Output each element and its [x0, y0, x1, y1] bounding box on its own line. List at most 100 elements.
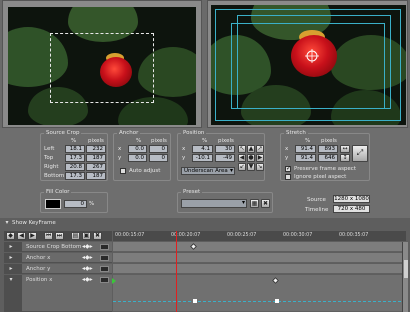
last-keyframe-button[interactable]: ⏭ [55, 232, 64, 240]
scrollbar-thumb[interactable] [404, 260, 408, 278]
position-x-pct-field[interactable]: 4.1 [192, 145, 213, 153]
keyframe-nav-icon[interactable]: ◂◆▸ [82, 243, 93, 251]
show-keyframe-label[interactable]: Show KeyFrame [12, 219, 56, 227]
arrow-left-icon: ◀ [239, 154, 245, 161]
preset-delete-button[interactable]: ✖ [261, 199, 270, 208]
keyframe-timeline: ▾ Show KeyFrame ◆ ◀ ▶ ⏮ ⏭ ▤ ▣ ✖ 00:00:15… [0, 218, 410, 312]
preset-save-button[interactable]: ▦ [250, 199, 259, 208]
keyframe-nav-icon[interactable]: ◂◆▸ [82, 254, 93, 262]
nudge-center-button[interactable]: ● [247, 154, 255, 162]
add-keyframe-button[interactable]: ◆ [6, 232, 15, 240]
track-row-anchor-y[interactable]: ▸ Anchor y ◂◆▸ [0, 264, 406, 274]
stretch-horizontal-button[interactable]: ↔ [340, 145, 350, 153]
preset-select[interactable] [181, 199, 247, 208]
track-lane[interactable] [113, 264, 406, 274]
stretch-x-px-field[interactable]: 893 [318, 145, 338, 153]
first-keyframe-button[interactable]: ⏮ [44, 232, 53, 240]
copy-keyframe-button[interactable]: ▤ [71, 232, 80, 240]
track-row-anchor-x[interactable]: ▸ Anchor x ◂◆▸ [0, 253, 406, 263]
track-lane[interactable] [113, 242, 406, 252]
track-toggle[interactable] [100, 244, 109, 250]
preserve-frame-aspect-checkbox[interactable] [285, 165, 291, 172]
nudge-down-right-button[interactable]: ↘ [256, 163, 264, 171]
next-keyframe-button[interactable]: ▶ [28, 232, 37, 240]
crop-right-pct-field[interactable]: 20.8 [65, 163, 85, 171]
anchor-crosshair-icon[interactable] [305, 49, 319, 63]
position-title: Position [181, 129, 207, 137]
track-lane-expanded[interactable] [113, 275, 406, 312]
nudge-right-button[interactable]: ▶ [256, 154, 264, 162]
prev-keyframe-button[interactable]: ◀ [17, 232, 26, 240]
position-y-pct-field[interactable]: -10.1 [192, 154, 213, 162]
crop-left-px-field[interactable]: 232 [86, 145, 106, 153]
position-y-px-field[interactable]: -49 [215, 154, 235, 162]
nudge-up-left-button[interactable]: ↖ [238, 145, 246, 153]
anchor-x-label: x [118, 146, 122, 152]
track-row-source-crop-bottom[interactable]: ▸ Source Crop Bottom ◂◆▸ [0, 242, 406, 252]
nudge-up-right-button[interactable]: ↗ [256, 145, 264, 153]
expand-arrow-icon[interactable]: ▸ [8, 243, 14, 251]
stretch-fit-button[interactable]: ⤢ [352, 145, 368, 162]
auto-adjust-checkbox[interactable] [120, 168, 126, 174]
collapse-triangle-icon[interactable]: ▾ [4, 219, 10, 227]
expand-arrow-icon[interactable]: ▸ [8, 265, 14, 273]
anchor-y-pct-field[interactable]: 0.0 [128, 154, 147, 162]
nudge-down-left-button[interactable]: ↙ [238, 163, 246, 171]
output-preview[interactable] [211, 5, 406, 125]
fill-color-opacity-field[interactable]: 0 [64, 200, 87, 208]
crop-top-px-field[interactable]: 187 [86, 154, 106, 162]
keyframe-marker[interactable] [189, 242, 198, 251]
start-keyframe-marker[interactable] [112, 278, 116, 284]
source-crop-title: Source Crop [44, 129, 82, 137]
track-toggle[interactable] [100, 266, 109, 272]
track-toggle[interactable] [100, 255, 109, 261]
keyframe-marker[interactable] [271, 276, 280, 285]
curve-point[interactable] [275, 299, 279, 303]
time-ruler[interactable]: 00:00:15:07 00:00:20:07 00:00:25:07 00:0… [113, 231, 406, 241]
fill-color-swatch[interactable] [45, 199, 61, 209]
crop-right-label: Right [44, 164, 59, 170]
track-row-position-x[interactable]: ▾ Position x ◂◆▸ [0, 275, 406, 312]
anchor-title: Anchor [117, 129, 141, 137]
auto-adjust-label: Auto adjust [129, 168, 161, 174]
crop-bottom-pct-field[interactable]: 17.3 [65, 172, 85, 180]
nudge-up-button[interactable]: ▲ [247, 145, 255, 153]
crop-bottom-px-field[interactable]: 187 [86, 172, 106, 180]
crop-left-pct-field[interactable]: 18.1 [65, 145, 85, 153]
last-icon: ⏭ [56, 232, 63, 239]
stretch-x-pct-field[interactable]: 91.4 [295, 145, 316, 153]
stretch-vertical-button[interactable]: ↕ [340, 154, 350, 162]
paste-keyframe-button[interactable]: ▣ [82, 232, 91, 240]
arrow-up-icon: ▲ [248, 145, 254, 152]
source-monitor [2, 0, 202, 128]
expand-arrow-icon[interactable]: ▾ [8, 276, 14, 284]
vertical-scrollbar[interactable] [402, 242, 408, 312]
expand-arrow-icon[interactable]: ▸ [8, 254, 14, 262]
anchor-x-px-field[interactable]: 0 [149, 145, 168, 153]
center-icon: ● [248, 154, 254, 161]
curve-point[interactable] [193, 299, 197, 303]
delete-keyframe-button[interactable]: ✖ [93, 232, 102, 240]
value-curve[interactable] [113, 301, 406, 302]
nudge-left-button[interactable]: ◀ [238, 154, 246, 162]
nudge-down-button[interactable]: ▼ [247, 163, 255, 171]
keyframe-nav-icon[interactable]: ◂◆▸ [82, 265, 93, 273]
playhead[interactable] [176, 231, 177, 312]
position-area-select[interactable]: Underscan Area [181, 167, 235, 175]
ignore-pixel-aspect-checkbox[interactable] [285, 174, 291, 180]
crop-rectangle[interactable] [50, 33, 154, 103]
keyframe-nav-icon[interactable]: ◂◆▸ [82, 276, 93, 284]
track-toggle[interactable] [100, 277, 109, 283]
anchor-y-px-field[interactable]: 0 [149, 154, 168, 162]
delete-icon: ✖ [94, 232, 101, 239]
stretch-y-px-field[interactable]: 646 [318, 154, 338, 162]
track-lane[interactable] [113, 253, 406, 263]
anchor-x-pct-field[interactable]: 0.0 [128, 145, 147, 153]
position-x-px-field[interactable]: 30 [215, 145, 235, 153]
crop-right-px-field[interactable]: 267 [86, 163, 106, 171]
arrow-down-right-icon: ↘ [257, 163, 263, 170]
anchor-group: Anchor % pixels x 0.0 0 y 0.0 0 Auto adj… [113, 129, 171, 181]
crop-top-pct-field[interactable]: 17.3 [65, 154, 85, 162]
source-preview[interactable] [8, 7, 196, 125]
stretch-y-pct-field[interactable]: 91.4 [295, 154, 316, 162]
